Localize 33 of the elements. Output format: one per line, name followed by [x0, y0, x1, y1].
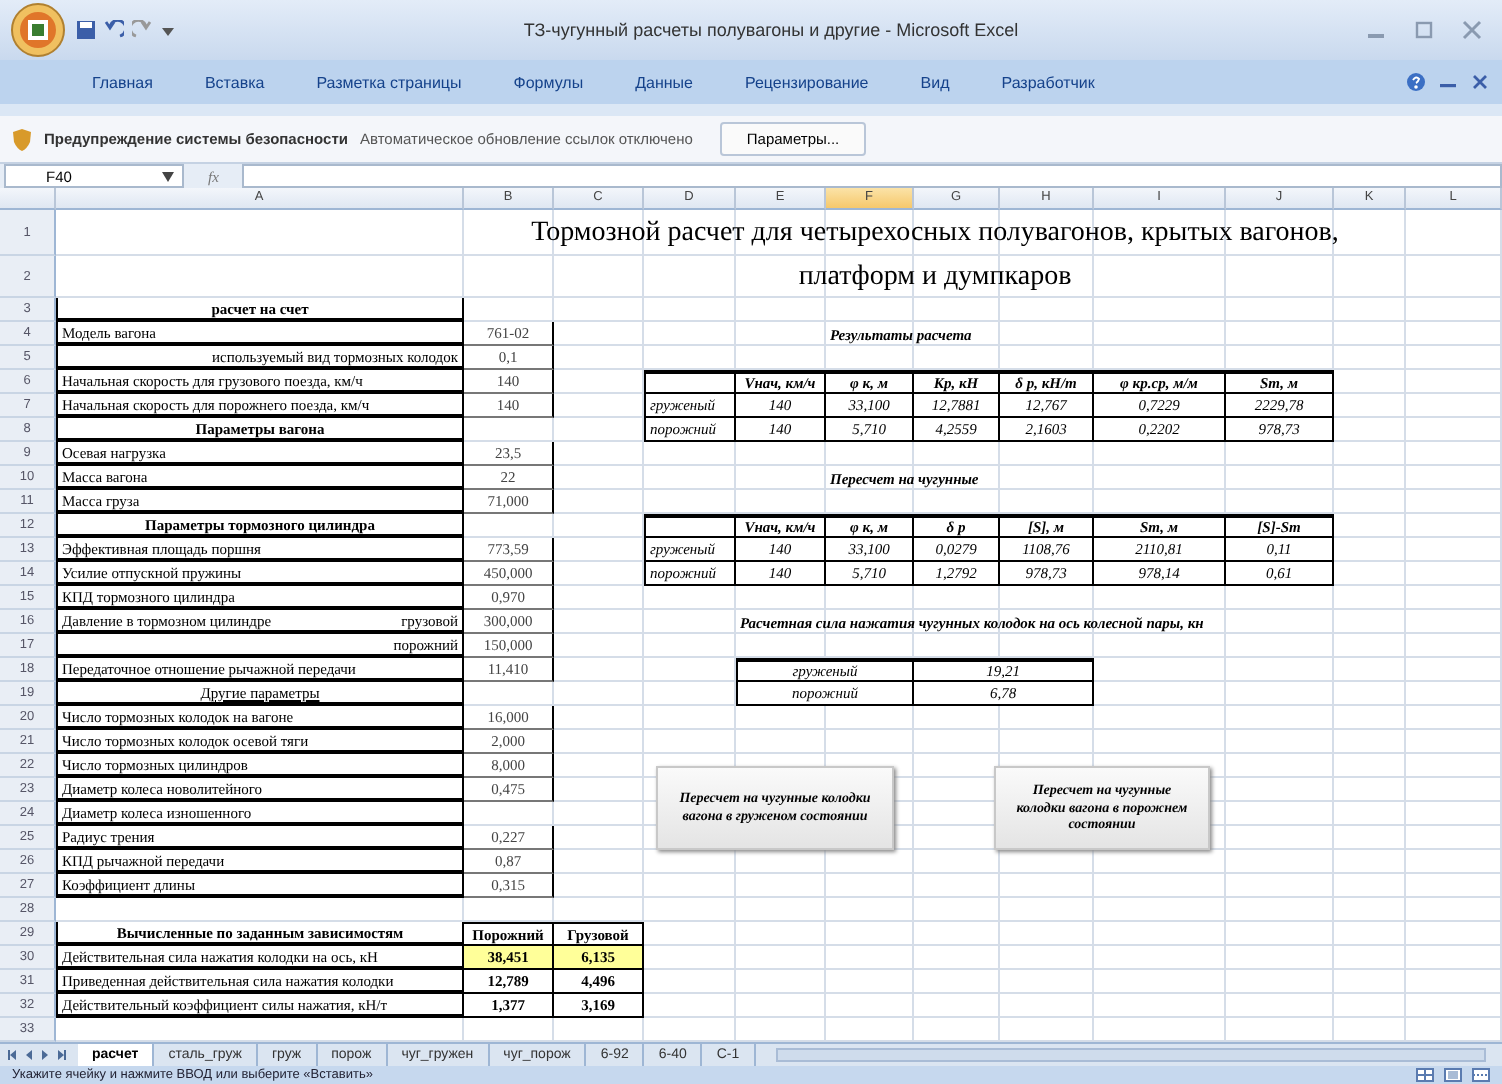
shield-icon [12, 127, 32, 151]
table-corner-cell [644, 370, 736, 394]
sheet-title: Тормозной расчет для четырехосных полувагонов, крытых вагонов, [529, 215, 1341, 251]
office-button[interactable] [8, 2, 68, 58]
help-icon[interactable] [1406, 72, 1426, 92]
sheet-title: платформ и думпкаров [796, 259, 1074, 295]
previous-sheet-icon[interactable] [24, 1048, 34, 1062]
ribbon-tab[interactable]: Главная [68, 67, 177, 97]
caret-icon[interactable] [160, 22, 176, 38]
close-icon[interactable] [1462, 20, 1482, 40]
ribbon-tab[interactable]: Разработчик [977, 67, 1119, 97]
window-title: ТЗ-чугунный расчеты полувагоны и другие - Microsoft Excel [521, 20, 1021, 40]
close-icon[interactable] [1470, 72, 1490, 92]
redo-icon[interactable] [132, 20, 152, 40]
undo-icon[interactable] [104, 20, 124, 40]
page-break-icon[interactable] [1472, 1068, 1490, 1082]
ribbon-tab[interactable]: Формулы [489, 67, 608, 97]
save-icon[interactable] [76, 20, 96, 40]
table-corner-cell [644, 514, 736, 538]
last-sheet-icon[interactable] [56, 1048, 66, 1062]
ribbon-tab[interactable]: Вставка [180, 67, 289, 97]
horizontal-scrollbar[interactable] [775, 1048, 1486, 1062]
caret-icon[interactable] [162, 171, 174, 181]
maximize-icon[interactable] [1414, 20, 1434, 40]
first-sheet-icon[interactable] [8, 1048, 18, 1062]
ribbon-tab[interactable]: Разметка страницы [292, 67, 486, 97]
normal-view-icon[interactable] [1416, 1068, 1434, 1082]
page-layout-icon[interactable] [1444, 1068, 1462, 1082]
ribbon-tab[interactable]: Данные [611, 67, 717, 97]
ribbon-tab[interactable]: Рецензирование [720, 67, 893, 97]
formula-input[interactable] [242, 164, 1502, 188]
ribbon-tab[interactable]: Вид [896, 67, 974, 97]
next-sheet-icon[interactable] [40, 1048, 50, 1062]
